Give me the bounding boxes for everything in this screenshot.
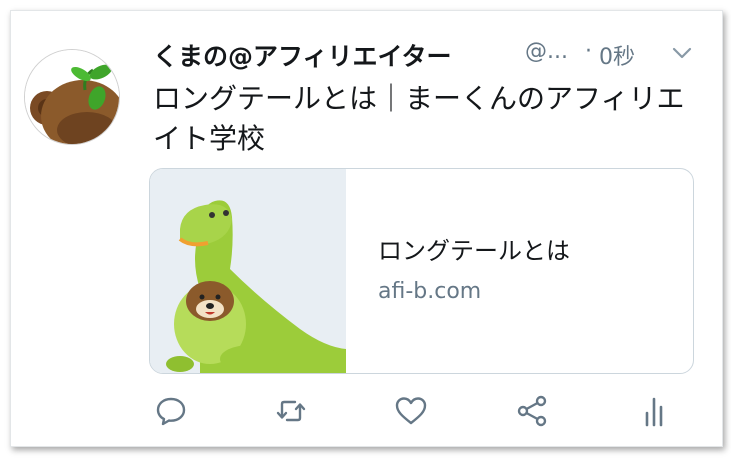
like-icon[interactable] [393, 393, 429, 429]
avatar[interactable] [24, 49, 120, 145]
timestamp[interactable]: 0秒 [599, 39, 635, 71]
card-thumbnail [150, 169, 346, 373]
reply-icon[interactable] [153, 393, 189, 429]
card-title: ロングテールとは [378, 237, 570, 265]
tweet-text: ロングテールとは｜まーくんのアフィリエイト学校 [153, 82, 685, 155]
display-name[interactable]: くまの@アフィリエイター [153, 37, 452, 73]
action-bar [11, 389, 724, 433]
user-handle[interactable]: @... [525, 39, 568, 64]
bear-avatar-image [25, 50, 119, 144]
link-card[interactable]: ロングテールとは afi-b.com [149, 168, 694, 374]
tweet-header: くまの@アフィリエイター @... · 0秒 [153, 33, 713, 73]
caret-down-icon[interactable] [669, 43, 695, 63]
card-domain: afi-b.com [378, 279, 482, 304]
share-icon[interactable] [514, 393, 550, 429]
tweet-card: くまの@アフィリエイター @... · 0秒 ロングテールとは｜まーくんのアフィ… [10, 10, 723, 447]
retweet-icon[interactable] [273, 393, 309, 429]
analytics-icon[interactable] [636, 393, 672, 429]
separator-dot: · [585, 39, 592, 64]
dinosaur-illustration [150, 169, 346, 373]
